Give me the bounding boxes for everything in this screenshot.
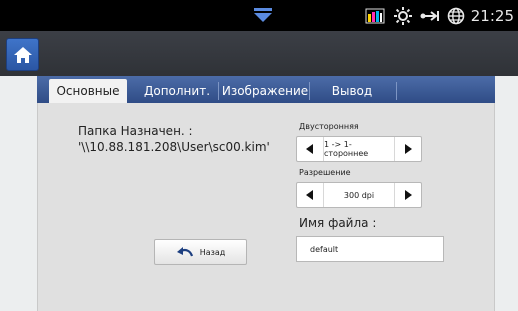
tab-separator [396,82,397,100]
destination-folder-value: '\\10.88.181.208\User\sc00.kim' [78,140,270,154]
home-button[interactable] [6,38,39,71]
network-icon [419,0,441,31]
tab-basic[interactable]: Основные [49,79,127,103]
destination-folder-label: Папка Назначен. : [78,124,193,138]
filename-input[interactable]: default [296,236,444,262]
resolution-label: Разрешение [299,168,351,177]
notification-chevron-icon[interactable] [252,6,274,24]
duplex-spinner: 1 -> 1-стороннее [296,136,422,162]
settings-panel [37,76,495,311]
header-bar [0,31,518,76]
resolution-next-button[interactable] [395,183,421,207]
globe-icon [447,0,465,31]
arrow-right-icon [405,190,412,200]
back-button[interactable]: Назад [154,239,247,265]
toner-levels-icon [365,0,385,31]
tab-separator [309,82,310,100]
duplex-next-button[interactable] [395,137,421,161]
duplex-label: Двусторонняя [299,122,359,131]
arrow-right-icon [405,144,412,154]
tab-image[interactable]: Изображение [222,79,308,103]
duplex-prev-button[interactable] [297,137,323,161]
status-time: 21:25 [470,6,514,25]
resolution-prev-button[interactable] [297,183,323,207]
home-icon [13,46,32,63]
sun-icon [393,0,413,31]
resolution-value: 300 dpi [323,183,395,207]
filename-label: Имя файла : [299,216,377,230]
duplex-value: 1 -> 1-стороннее [323,137,395,161]
arrow-left-icon [306,144,313,154]
back-button-label: Назад [199,247,226,257]
tab-separator [218,82,219,100]
tab-bar: Основные Дополнит. Изображение Вывод [37,76,495,103]
tab-output[interactable]: Вывод [313,79,391,103]
arrow-left-icon [306,190,313,200]
back-arrow-icon [176,247,193,257]
status-bar: 21:25 [0,0,518,31]
resolution-spinner: 300 dpi [296,182,422,208]
tab-advanced[interactable]: Дополнит. [141,79,213,103]
